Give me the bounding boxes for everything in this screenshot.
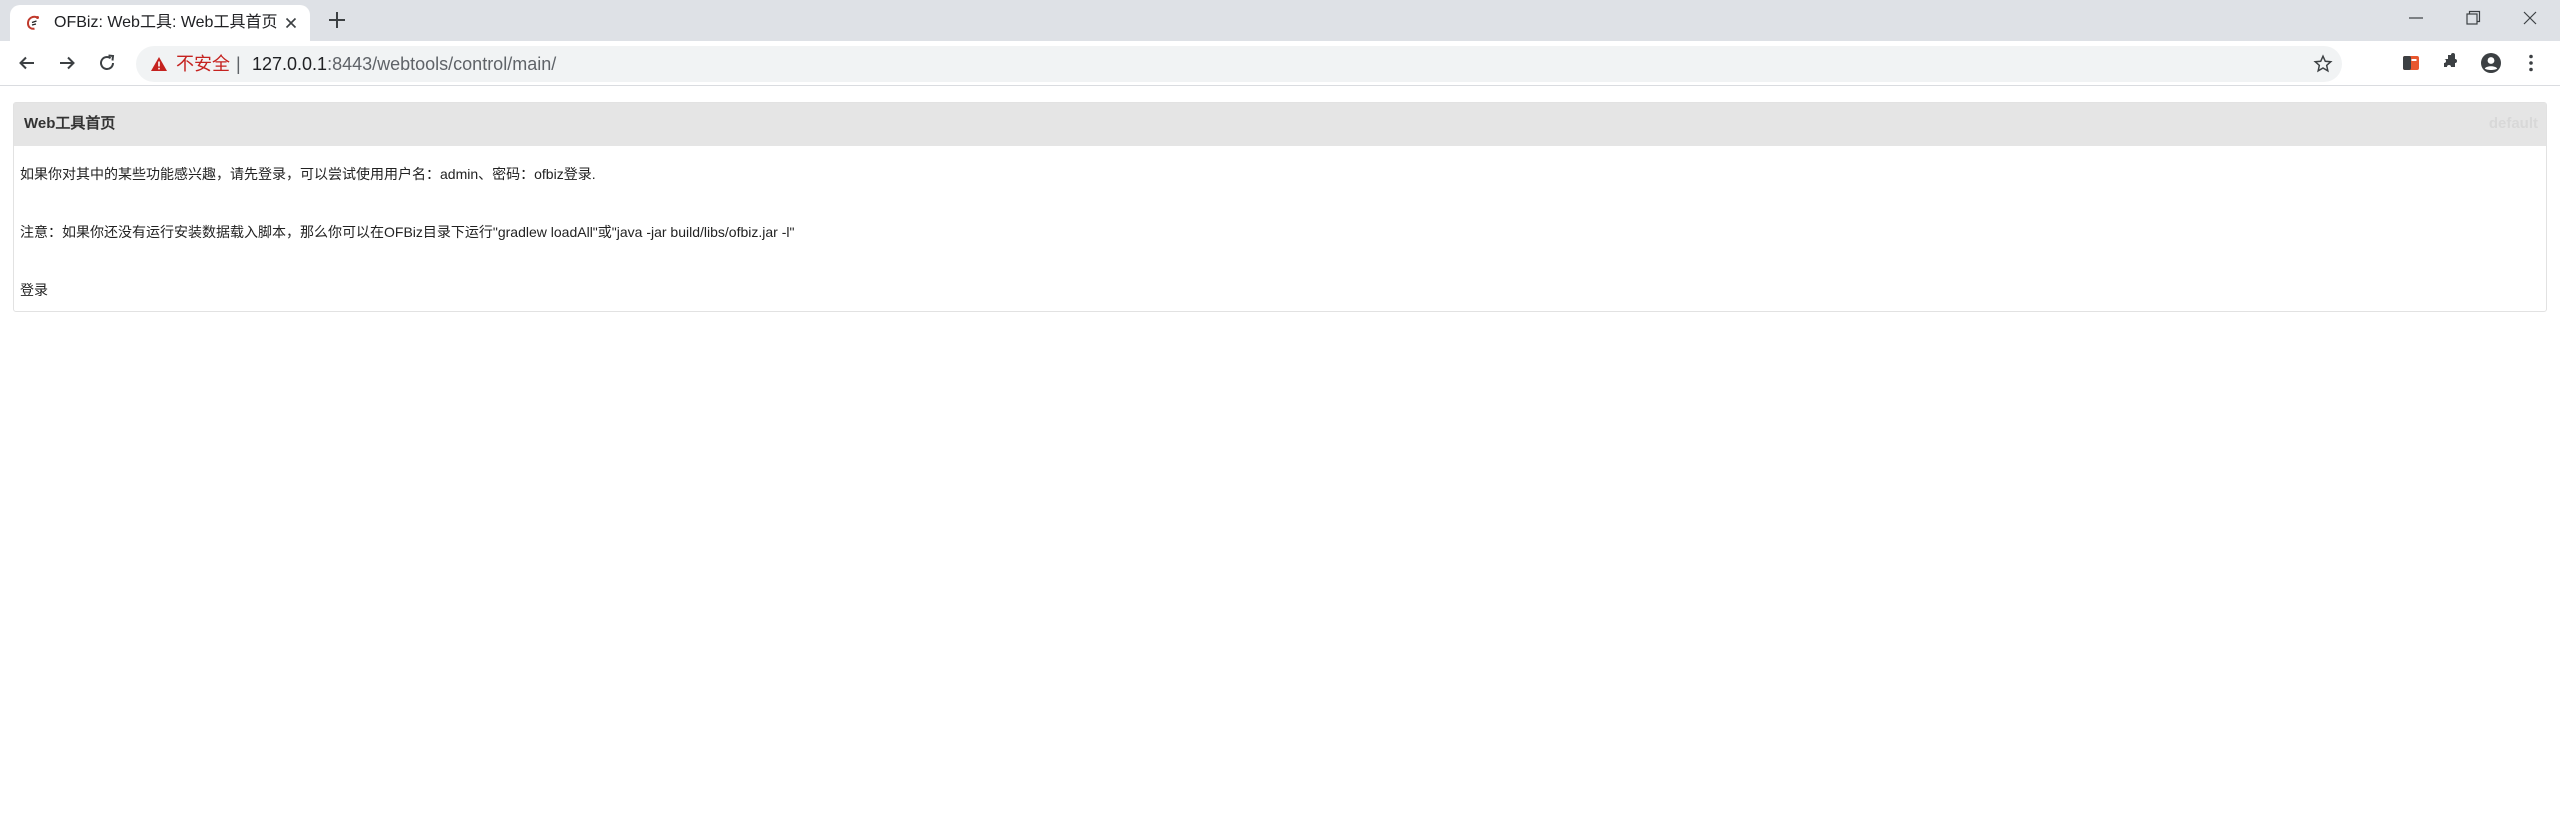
warning-triangle-icon[interactable] <box>150 55 168 73</box>
url-text[interactable]: 127.0.0.1:8443/webtools/control/main/ <box>252 54 556 74</box>
account-circle-icon[interactable] <box>2479 51 2503 75</box>
tab-close-icon[interactable] <box>282 14 300 32</box>
screenlet-header: Web工具首页 default <box>14 103 2546 146</box>
ofbiz-favicon-icon <box>27 15 39 30</box>
address-bar[interactable]: 不安全 | 127.0.0.1:8443/webtools/control/ma… <box>136 46 2342 82</box>
reload-icon[interactable] <box>95 51 119 75</box>
security-status-label[interactable]: 不安全 <box>176 54 230 74</box>
browser-tab[interactable]: OFBiz: Web工具: Web工具首页 <box>10 5 310 41</box>
bookmark-star-icon[interactable] <box>2312 53 2334 75</box>
vertical-dots-icon[interactable] <box>2519 51 2543 75</box>
forward-arrow-icon[interactable] <box>55 51 79 75</box>
webtools-screenlet: Web工具首页 default 如果你对其中的某些功能感兴趣，请先登录，可以尝试… <box>13 102 2547 312</box>
new-tab-plus-icon[interactable] <box>326 9 348 31</box>
browser-toolbar: 不安全 | 127.0.0.1:8443/webtools/control/ma… <box>0 41 2560 86</box>
address-separator: | <box>236 54 241 74</box>
url-host: 127.0.0.1 <box>252 54 328 74</box>
back-arrow-icon[interactable] <box>15 51 39 75</box>
url-path: :8443/webtools/control/main/ <box>327 54 557 74</box>
page-title: Web工具首页 <box>24 115 116 132</box>
browser-tabstrip: OFBiz: Web工具: Web工具首页 <box>0 0 2560 41</box>
login-link-row: 登录 <box>20 281 48 299</box>
visual-theme-label: default <box>2488 115 2538 132</box>
restore-icon[interactable] <box>2461 6 2485 30</box>
tab-title: OFBiz: Web工具: Web工具首页 <box>54 14 278 31</box>
note-text: 注意：如果你还没有运行安装数据载入脚本，那么你可以在OFBiz目录下运行"gra… <box>20 224 795 240</box>
minimize-icon[interactable] <box>2404 6 2428 30</box>
intro-text: 如果你对其中的某些功能感兴趣，请先登录，可以尝试使用用户名：admin、密码：o… <box>20 166 596 182</box>
puzzle-icon[interactable] <box>2439 51 2463 75</box>
extension-icon[interactable] <box>2399 51 2423 75</box>
window-close-icon[interactable] <box>2518 6 2542 30</box>
login-link[interactable]: 登录 <box>20 282 48 298</box>
